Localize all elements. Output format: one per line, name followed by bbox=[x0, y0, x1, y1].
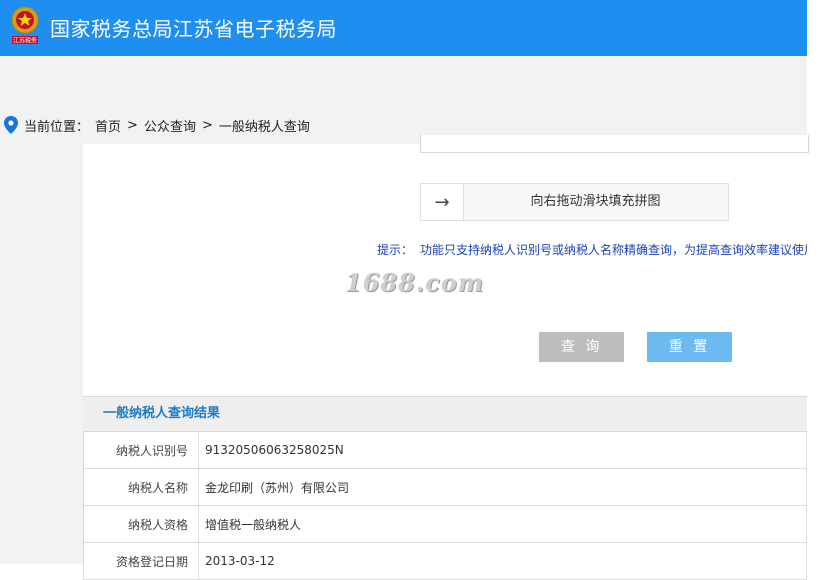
query-button[interactable]: 查 询 bbox=[539, 332, 624, 362]
breadcrumb-home[interactable]: 首页 bbox=[95, 116, 121, 135]
result-table: 纳税人识别号 91320506063258025N 纳税人名称 金龙印刷（苏州）… bbox=[83, 432, 807, 580]
captcha-slider[interactable]: → 向右拖动滑块填充拼图 bbox=[420, 183, 729, 221]
arrow-right-icon: → bbox=[434, 191, 450, 213]
row-value: 增值税一般纳税人 bbox=[198, 505, 807, 543]
table-row: 纳税人识别号 91320506063258025N bbox=[83, 432, 807, 469]
table-row: 纳税人名称 金龙印刷（苏州）有限公司 bbox=[83, 468, 807, 506]
slider-hint: 向右拖动滑块填充拼图 bbox=[530, 194, 661, 209]
search-input-partial[interactable] bbox=[420, 135, 809, 153]
result-title: 一般纳税人查询结果 bbox=[103, 406, 221, 421]
breadcrumb-separator: > bbox=[201, 117, 213, 133]
row-value: 91320506063258025N bbox=[198, 432, 807, 469]
tip-text: 功能只支持纳税人识别号或纳税人名称精确查询，为提高查询效率建议使用 bbox=[420, 243, 807, 257]
tax-emblem-icon: 江苏税务 bbox=[11, 6, 39, 45]
tip-label: 提示： bbox=[377, 243, 414, 257]
row-value: 金龙印刷（苏州）有限公司 bbox=[198, 468, 807, 506]
breadcrumb-separator: > bbox=[127, 117, 138, 133]
emblem-caption: 江苏税务 bbox=[13, 37, 37, 45]
breadcrumb-public-query[interactable]: 公众查询 bbox=[144, 116, 196, 135]
row-key: 纳税人名称 bbox=[83, 468, 199, 506]
watermark: 1688.com bbox=[345, 268, 485, 297]
row-key: 资格登记日期 bbox=[83, 542, 199, 580]
table-row: 资格登记日期 2013-03-12 bbox=[83, 542, 807, 580]
site-title[interactable]: 国家税务总局江苏省电子税务局 bbox=[50, 13, 337, 42]
left-gutter bbox=[0, 144, 83, 564]
row-key: 纳税人资格 bbox=[83, 505, 199, 543]
row-value: 2013-03-12 bbox=[198, 542, 807, 580]
table-row: 纳税人资格 增值税一般纳税人 bbox=[83, 505, 807, 543]
slider-handle[interactable]: → bbox=[421, 184, 464, 220]
row-key: 纳税人识别号 bbox=[83, 432, 199, 469]
map-pin-icon bbox=[4, 116, 18, 134]
result-header: 一般纳税人查询结果 bbox=[83, 396, 807, 432]
reset-button[interactable]: 重 置 bbox=[647, 332, 732, 362]
breadcrumb: 当前位置： 首页 > 公众查询 > 一般纳税人查询 bbox=[4, 114, 310, 136]
breadcrumb-current: 一般纳税人查询 bbox=[218, 119, 310, 135]
site-header: 江苏税务 国家税务总局江苏省电子税务局 bbox=[0, 0, 807, 56]
breadcrumb-prefix: 当前位置： bbox=[24, 119, 90, 135]
